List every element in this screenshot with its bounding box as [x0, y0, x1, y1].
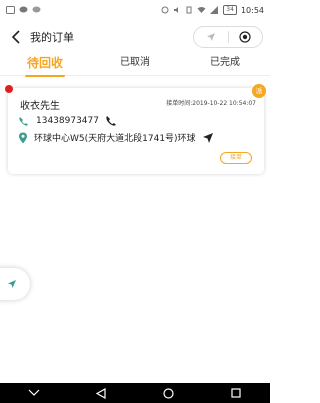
mute-icon — [174, 7, 179, 13]
accept-order-button[interactable]: 接单 — [220, 152, 252, 164]
navigate-icon — [8, 280, 16, 288]
call-button[interactable] — [105, 115, 117, 127]
status-bar: 34 10:54 — [0, 0, 270, 20]
tab-cancelled[interactable]: 已取消 — [90, 54, 180, 75]
chat-icon — [19, 6, 28, 13]
phone-icon — [19, 117, 28, 126]
direction-icon — [202, 132, 213, 143]
app-header: 我的订单 — [0, 22, 270, 52]
mini-program-capsule — [193, 26, 263, 48]
record-button[interactable] — [229, 27, 263, 47]
page-title: 我的订单 — [30, 31, 74, 44]
location-status-icon — [161, 6, 169, 14]
triangle-back-icon — [96, 387, 106, 399]
chevron-down-icon — [28, 389, 40, 396]
dispatch-badge: 派 — [252, 84, 266, 98]
battery-indicator: 34 — [223, 5, 237, 15]
location-icon — [19, 132, 27, 143]
call-icon — [106, 116, 116, 126]
tab-label: 已取消 — [120, 57, 150, 68]
tab-pending-recycle[interactable]: 待回收 — [0, 54, 90, 77]
nav-recents-button[interactable] — [216, 383, 256, 403]
active-tab-indicator — [25, 75, 65, 77]
message-icon — [32, 6, 41, 13]
phone-number: 13438973477 — [36, 116, 99, 126]
phone-row: 13438973477 — [18, 115, 117, 127]
navigate-to-address-button[interactable] — [202, 132, 214, 144]
nav-home-button[interactable] — [149, 383, 189, 403]
system-nav-bar — [0, 383, 270, 403]
nav-collapse-button[interactable] — [14, 383, 54, 403]
signal-icon — [210, 6, 219, 14]
vibrate-icon — [186, 6, 192, 14]
address-row: 环球中心W5(天府大道北段1741号)环球 — [18, 131, 214, 144]
square-recents-icon — [231, 388, 241, 398]
unread-dot — [5, 85, 13, 93]
notification-icons — [6, 6, 41, 14]
back-button[interactable] — [8, 28, 24, 46]
order-tabs: 待回收 已取消 已完成 — [0, 54, 270, 77]
navigate-button[interactable] — [194, 27, 228, 47]
notification-icon — [6, 6, 15, 14]
order-time: 接单时间:2019-10-22 10:54:07 — [166, 100, 256, 107]
floating-navigate-button[interactable] — [0, 268, 30, 300]
clock: 10:54 — [240, 5, 264, 15]
system-indicators: 34 10:54 — [161, 5, 264, 15]
order-card[interactable]: 收衣先生 接单时间:2019-10-22 10:54:07 1343897347… — [8, 88, 264, 174]
tab-label: 已完成 — [210, 57, 240, 68]
address-text: 环球中心W5(天府大道北段1741号)环球 — [34, 134, 196, 144]
home-circle-icon — [163, 387, 174, 399]
back-icon — [11, 30, 20, 44]
nav-back-button[interactable] — [81, 383, 121, 403]
record-icon — [239, 31, 251, 43]
tab-label: 待回收 — [26, 56, 63, 70]
tab-completed[interactable]: 已完成 — [180, 54, 270, 75]
wifi-icon — [197, 7, 206, 13]
customer-name: 收衣先生 — [20, 101, 60, 112]
navigate-icon — [206, 33, 215, 41]
